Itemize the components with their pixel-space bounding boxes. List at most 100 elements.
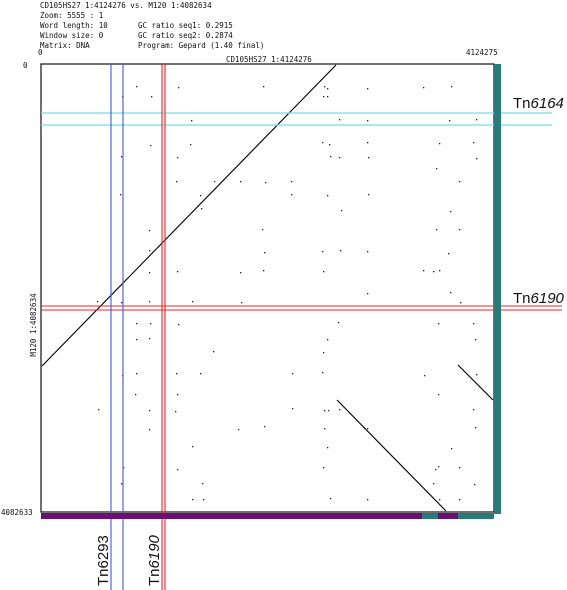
match-dot <box>473 142 475 144</box>
tn6190-horizontal-lines <box>41 305 562 311</box>
match-dot <box>449 120 451 122</box>
match-dot <box>459 467 461 469</box>
match-dot <box>459 181 461 183</box>
match-dot <box>330 498 332 500</box>
match-dot <box>339 119 341 121</box>
match-dot <box>339 157 341 159</box>
y-axis-title: M120 1:4082634 <box>29 293 38 357</box>
match-dot <box>438 323 440 325</box>
dot-matches <box>97 86 478 501</box>
y-axis-start-label: 0 <box>23 61 28 70</box>
match-dot <box>240 272 242 274</box>
match-dot <box>291 194 293 196</box>
match-dot <box>136 86 138 88</box>
dotplot-figure: 0 4124275 CD105HS27 1:4124276 0 4082633 … <box>1 48 565 590</box>
lower-right-segment-1 <box>336 399 447 512</box>
match-dot <box>460 302 462 304</box>
match-dot <box>423 270 425 272</box>
match-dot <box>136 339 138 341</box>
match-dot <box>323 96 325 98</box>
match-dot <box>439 270 441 272</box>
match-dot <box>291 181 293 183</box>
match-dot <box>367 293 369 295</box>
match-dot <box>121 156 123 158</box>
match-dot <box>238 429 240 431</box>
match-dot <box>450 211 452 213</box>
match-dot <box>149 301 151 303</box>
match-dot <box>328 410 330 412</box>
match-dot <box>323 271 325 273</box>
match-dot <box>176 181 178 183</box>
match-dot <box>330 156 332 158</box>
match-dot <box>192 499 194 501</box>
match-dot <box>327 195 329 197</box>
match-dot <box>438 466 440 468</box>
tn6164-label: Tn6164 <box>513 95 564 112</box>
match-dot <box>201 208 203 210</box>
tn6190-right-label: Tn6190 <box>513 290 565 307</box>
alignment-segments <box>41 64 494 512</box>
tn6190-bottom-label: Tn6190 <box>146 534 163 586</box>
match-dot <box>192 301 194 303</box>
tn6190-vertical-lines <box>161 64 166 590</box>
match-dot <box>264 426 266 428</box>
match-dot <box>192 446 194 448</box>
right-annotation-bar <box>494 64 501 514</box>
match-dot <box>339 409 341 411</box>
match-dot <box>120 194 122 196</box>
match-dot <box>475 339 477 341</box>
match-dot <box>450 292 452 294</box>
match-dot <box>97 301 99 303</box>
match-dot <box>200 195 202 197</box>
match-dot <box>213 351 215 353</box>
match-dot <box>323 352 325 354</box>
lower-right-segment-2 <box>457 364 494 401</box>
match-dot <box>324 410 326 412</box>
match-dot <box>473 323 475 325</box>
match-dot <box>178 87 180 89</box>
match-dot <box>149 338 151 340</box>
match-dot <box>367 499 369 501</box>
match-dot <box>121 302 123 304</box>
match-dot <box>367 88 369 90</box>
match-dot <box>177 271 179 273</box>
match-dot <box>240 181 242 183</box>
match-dot <box>175 411 177 413</box>
match-dot <box>135 394 137 396</box>
bottom-annotation-bar <box>41 513 494 519</box>
match-dot <box>178 324 180 326</box>
match-dot <box>191 120 193 122</box>
match-dot <box>150 323 152 325</box>
match-dot <box>368 194 370 196</box>
match-dot <box>149 230 151 232</box>
match-dot <box>149 429 151 431</box>
match-dot <box>327 96 329 98</box>
match-dot <box>322 251 324 253</box>
match-dot <box>202 483 204 485</box>
x-axis-start-label: 0 <box>38 48 43 57</box>
match-dot <box>151 96 153 98</box>
match-dot <box>177 394 179 396</box>
match-dot <box>327 88 329 90</box>
match-dot <box>476 119 478 121</box>
match-dot <box>368 157 370 159</box>
match-dot <box>292 373 294 375</box>
match-dot <box>367 251 369 253</box>
match-dot <box>136 323 138 325</box>
match-dot <box>121 483 123 485</box>
match-dot <box>340 250 342 252</box>
x-axis-title: CD105HS27 1:4124276 <box>226 55 312 64</box>
match-dot <box>150 145 152 147</box>
match-dot <box>322 372 324 374</box>
match-dot <box>436 168 438 170</box>
tn6293-region-lines <box>110 64 124 590</box>
match-dot <box>241 302 243 304</box>
match-dot <box>190 144 192 146</box>
match-dot <box>367 120 369 122</box>
match-dot <box>436 229 438 231</box>
match-dot <box>439 499 441 501</box>
match-dot <box>324 86 326 88</box>
match-dot <box>476 374 478 376</box>
match-dot <box>200 373 202 375</box>
match-dot <box>136 373 138 375</box>
